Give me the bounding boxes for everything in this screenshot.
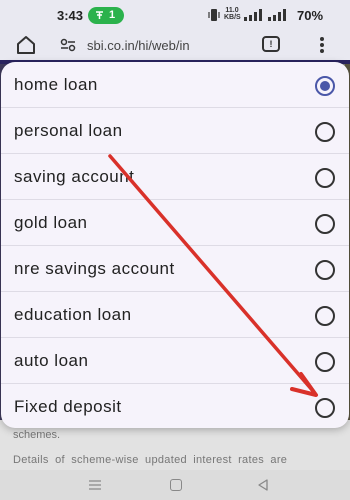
radio-button[interactable]: [315, 352, 335, 372]
dialog-option[interactable]: education loan: [1, 292, 349, 338]
url-text[interactable]: sbi.co.in/hi/web/in: [87, 38, 237, 53]
option-label: gold loan: [14, 213, 88, 232]
hotspot-pill-count: 1: [109, 9, 116, 21]
signal-icon: [268, 9, 286, 21]
network-speed-unit: KB/S: [224, 14, 241, 21]
dialog-option[interactable]: auto loan: [1, 338, 349, 384]
status-time: 3:43: [57, 8, 84, 23]
radio-button-selected[interactable]: [315, 76, 335, 96]
dialog-option[interactable]: personal loan: [1, 108, 349, 154]
battery-percent: 70%: [297, 8, 324, 23]
radio-button[interactable]: [315, 168, 335, 188]
radio-button[interactable]: [315, 260, 335, 280]
dialog-option[interactable]: saving account: [1, 154, 349, 200]
dialog-option[interactable]: gold loan: [1, 200, 349, 246]
tabs-button[interactable]: !: [262, 36, 280, 52]
nav-home-icon[interactable]: [170, 479, 182, 491]
site-settings-icon[interactable]: [60, 38, 76, 52]
system-navigation-bar: [0, 470, 350, 500]
hotspot-icon: [96, 11, 103, 19]
hotspot-pill[interactable]: 1: [88, 7, 124, 24]
page-text-line: schemes.: [13, 429, 61, 441]
select-dialog: home loan personal loan saving account g…: [1, 62, 349, 428]
signal-icon: [244, 9, 262, 21]
status-bar: 3:43 1 11.0 KB/S 70%: [0, 0, 350, 30]
option-label: saving account: [14, 167, 135, 186]
option-label: auto loan: [14, 351, 89, 370]
radio-button[interactable]: [315, 306, 335, 326]
network-speed-value: 11.0: [225, 7, 239, 14]
option-label: education loan: [14, 305, 132, 324]
dialog-option[interactable]: home loan: [1, 62, 349, 108]
option-label: home loan: [14, 75, 98, 94]
radio-button[interactable]: [315, 122, 335, 142]
option-label: Fixed deposit: [14, 397, 122, 416]
browser-toolbar: sbi.co.in/hi/web/in !: [0, 30, 350, 60]
option-label: nre savings account: [14, 259, 175, 278]
dialog-option[interactable]: Fixed deposit: [1, 384, 349, 428]
home-icon[interactable]: [15, 34, 37, 56]
recent-apps-icon[interactable]: [88, 480, 102, 490]
radio-button[interactable]: [315, 398, 335, 418]
network-speed: 11.0 KB/S: [224, 7, 241, 21]
page-text-line: Details of scheme-wise updated interest …: [13, 454, 288, 466]
option-label: personal loan: [14, 121, 123, 140]
back-icon[interactable]: [257, 479, 269, 491]
address-bar[interactable]: sbi.co.in/hi/web/in: [49, 33, 239, 57]
radio-button[interactable]: [315, 214, 335, 234]
more-options-icon[interactable]: [314, 35, 330, 55]
vibrate-icon: [208, 9, 220, 21]
dialog-option[interactable]: nre savings account: [1, 246, 349, 292]
